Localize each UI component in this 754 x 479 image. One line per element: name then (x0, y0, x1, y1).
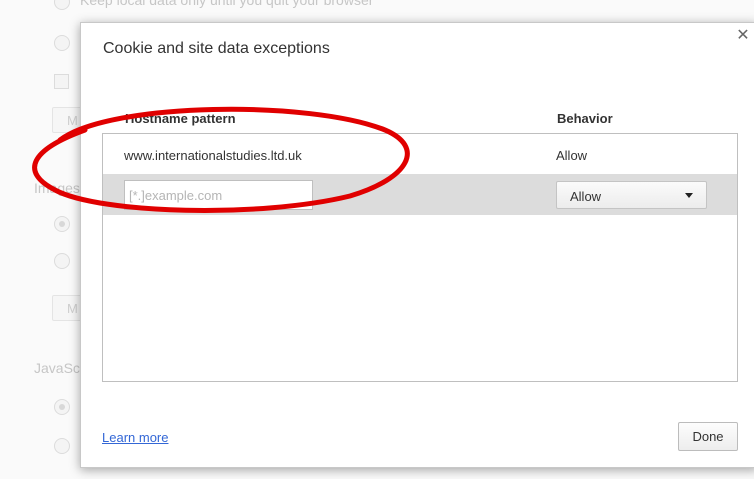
exception-behavior: Allow (556, 148, 588, 163)
bg-radio-images-hide (54, 253, 70, 269)
dialog-title: Cookie and site data exceptions (103, 40, 330, 57)
bg-option-keep-local: Keep local data only until you quit your… (80, 0, 374, 8)
column-header-behavior: Behavior (557, 111, 613, 126)
behavior-select-value: Allow (570, 189, 602, 204)
exception-row[interactable]: www.internationalstudies.ltd.uk Allow (103, 134, 737, 174)
exception-hostname: www.internationalstudies.ltd.uk (124, 148, 302, 163)
exceptions-list: www.internationalstudies.ltd.uk Allow Al… (102, 133, 738, 382)
new-exception-row: Allow (103, 174, 737, 215)
bg-radio-js-allow (54, 399, 70, 415)
chevron-down-icon (685, 193, 693, 198)
learn-more-link[interactable]: Learn more (102, 430, 168, 445)
close-icon[interactable]: ✕ (735, 28, 751, 44)
bg-radio-images-show (54, 216, 70, 232)
cookie-exceptions-dialog: Cookie and site data exceptions ✕ Hostna… (80, 22, 754, 468)
column-header-hostname: Hostname pattern (125, 111, 236, 126)
hostname-pattern-input[interactable] (124, 180, 313, 210)
bg-radio-1 (54, 35, 70, 51)
behavior-select[interactable]: Allow (556, 181, 707, 209)
done-button[interactable]: Done (678, 422, 738, 451)
bg-radio-keep-local (54, 0, 70, 10)
bg-images-heading: Images (34, 180, 80, 196)
bg-checkbox (54, 74, 69, 89)
bg-radio-js-block (54, 438, 70, 454)
